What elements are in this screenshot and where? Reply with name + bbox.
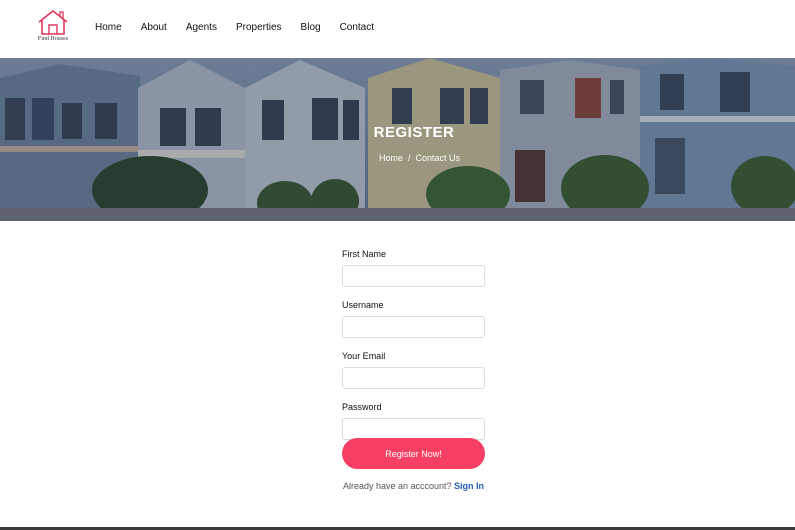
username-input[interactable] — [342, 316, 485, 338]
breadcrumb-home[interactable]: Home — [379, 153, 403, 163]
register-button[interactable]: Register Now! — [342, 438, 485, 469]
signin-prompt-text: Already have an acccount? — [342, 481, 452, 491]
first-name-input[interactable] — [342, 265, 485, 287]
register-form: First Name Username Your Email Password … — [342, 249, 485, 469]
email-label: Your Email — [342, 351, 386, 361]
breadcrumb-current: Contact Us — [415, 153, 461, 163]
page-title: REGISTER — [373, 124, 455, 141]
breadcrumb-separator: / — [408, 153, 411, 163]
nav-about[interactable]: About — [141, 22, 167, 33]
logo-text: Find Houses — [37, 36, 69, 42]
hero-banner: REGISTER Home / Contact Us — [0, 58, 795, 221]
password-label: Password — [342, 402, 382, 412]
logo[interactable]: Find Houses — [36, 9, 70, 45]
nav-contact[interactable]: Contact — [340, 22, 374, 33]
house-logo-icon — [38, 9, 68, 35]
breadcrumb: Home / Contact Us — [379, 153, 460, 163]
nav-properties[interactable]: Properties — [236, 22, 282, 33]
first-name-label: First Name — [342, 249, 387, 259]
main-nav: Home About Agents Properties Blog Contac… — [95, 22, 393, 33]
password-input[interactable] — [342, 418, 485, 440]
email-input[interactable] — [342, 367, 485, 389]
nav-agents[interactable]: Agents — [186, 22, 217, 33]
username-label: Username — [342, 300, 384, 310]
nav-blog[interactable]: Blog — [301, 22, 321, 33]
signin-prompt: Already have an acccount? Sign In — [342, 481, 485, 491]
signin-link[interactable]: Sign In — [454, 481, 484, 491]
site-header: Find Houses Home About Agents Properties… — [0, 0, 795, 58]
nav-home[interactable]: Home — [95, 22, 122, 33]
